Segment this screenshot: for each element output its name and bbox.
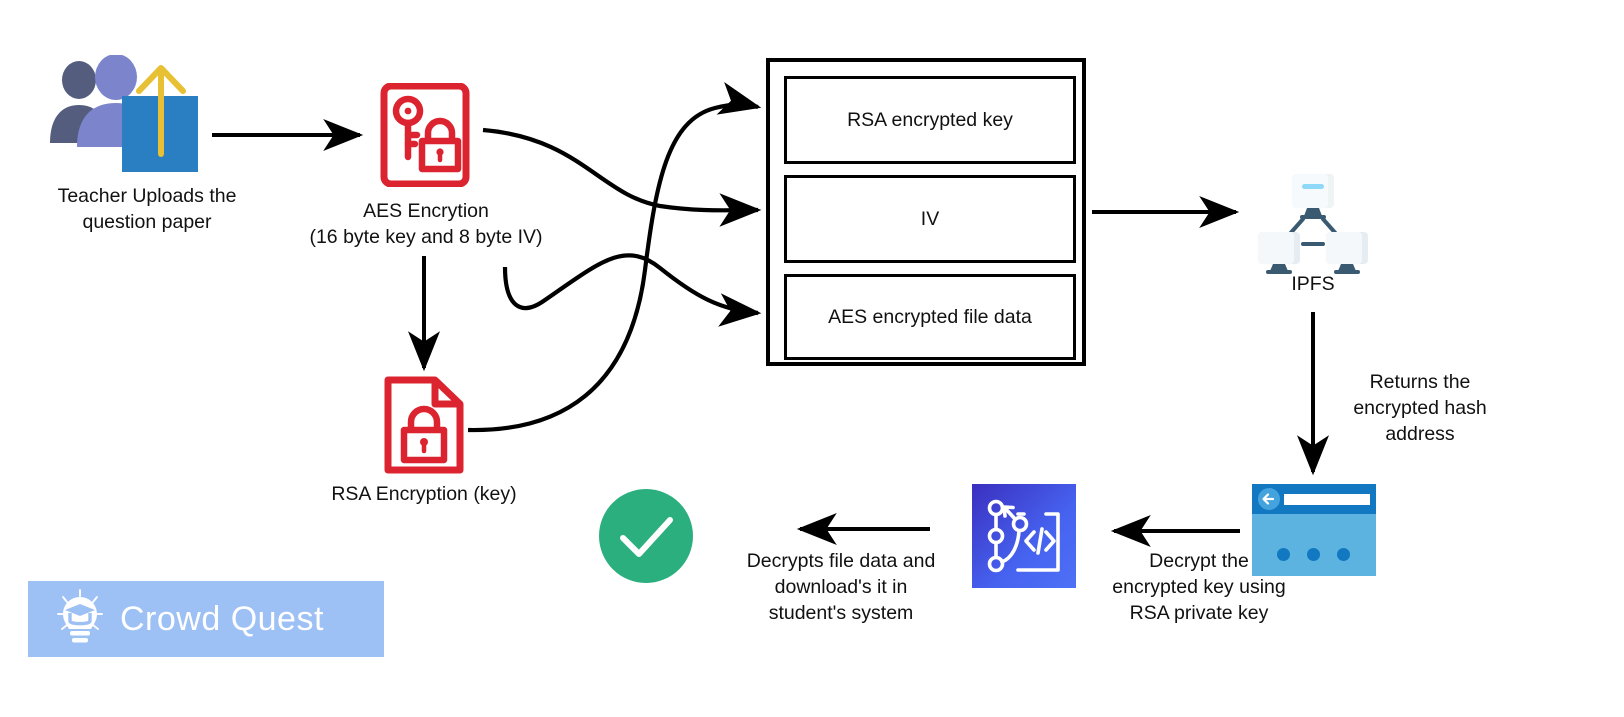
aes-encryption-icon	[380, 82, 470, 188]
lightbulb-graduation-cap-icon	[54, 588, 106, 651]
address-bar	[1284, 494, 1370, 505]
logo-text: Crowd Quest	[120, 599, 324, 638]
monitor-left-icon	[1258, 232, 1300, 274]
check-circle-icon	[599, 489, 693, 583]
payload-item-iv: IV	[784, 175, 1076, 263]
payload-item-rsa-key: RSA encrypted key	[784, 76, 1076, 164]
diagram-canvas: Teacher Uploads the question paper AES E…	[0, 0, 1624, 717]
ipfs-network-icon	[1248, 166, 1378, 276]
monitor-top-icon	[1292, 174, 1334, 219]
content-dot	[1307, 548, 1320, 561]
returns-hash-caption: Returns the encrypted hash address	[1353, 371, 1487, 445]
back-arrow-icon	[1258, 488, 1280, 510]
payload-item-aes-file-data: AES encrypted file data	[784, 274, 1076, 360]
rsa-encryption-icon	[383, 376, 465, 474]
content-dot	[1337, 548, 1350, 561]
crowd-quest-logo: Crowd Quest	[28, 581, 384, 657]
decrypt-file-caption: Decrypts file data and download's it in …	[746, 550, 936, 624]
arrow-rsa-to-key	[467, 81, 762, 433]
rsa-caption: RSA Encryption (key)	[331, 483, 517, 505]
teacher-upload-icon	[44, 54, 214, 175]
aes-caption: AES Encrytion (16 byte key and 8 byte IV…	[309, 200, 543, 248]
code-branch-icon	[972, 484, 1076, 588]
decrypt-key-caption: Decrypt the encrypted key using RSA priv…	[1112, 550, 1286, 624]
arrow-aes-to-filedata	[502, 253, 762, 327]
monitor-right-icon	[1326, 232, 1368, 274]
encrypted-payload-container: RSA encrypted key IV AES encrypted file …	[766, 58, 1086, 366]
teacher-caption: Teacher Uploads the question paper	[57, 185, 237, 233]
ipfs-caption: IPFS	[1291, 273, 1335, 295]
